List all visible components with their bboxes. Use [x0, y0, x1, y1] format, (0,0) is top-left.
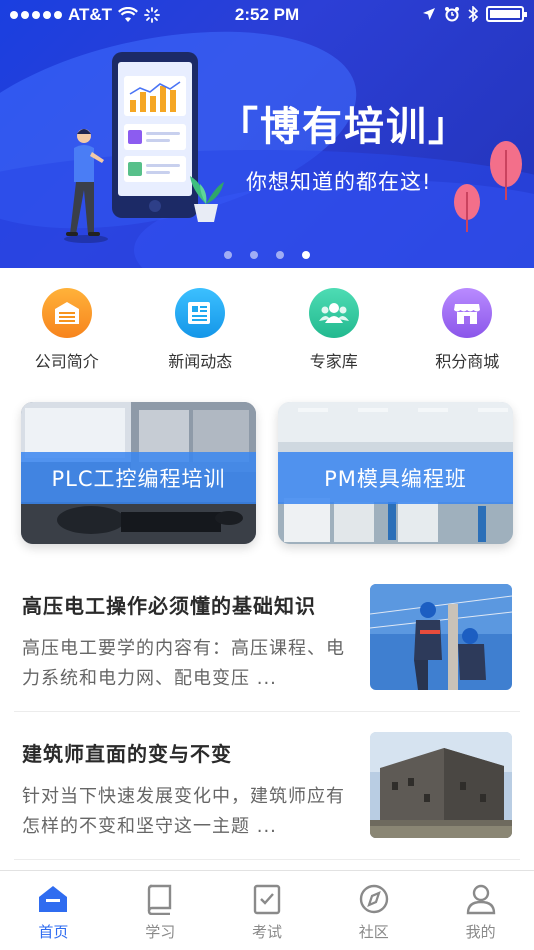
- banner-subtitle: 你想知道的都在这!: [246, 170, 432, 194]
- tab-label: 社区: [358, 923, 389, 941]
- profile-icon: [466, 884, 495, 915]
- quick-menu: 公司简介 新闻动态 专家库 积分商城: [0, 268, 534, 384]
- bottom-tab-bar: 首页 学习 考试 社区 我的: [0, 870, 534, 950]
- tab-label: 学习: [145, 923, 176, 941]
- article-item[interactable]: 建筑师直面的变与不变 针对当下快速发展变化中，建筑师应有怎样的不变和坚守这一主题…: [14, 716, 520, 860]
- tab-label: 我的: [465, 923, 496, 941]
- course-title: PM模具编程班: [324, 467, 467, 491]
- article-title: 建筑师直面的变与不变: [22, 742, 232, 766]
- course-card-pm[interactable]: PM模具编程班: [278, 402, 513, 544]
- course-title: PLC工控编程培训: [51, 467, 226, 491]
- course-card-plc[interactable]: PLC工控编程培训: [21, 402, 256, 544]
- bluetooth-icon: [468, 6, 478, 22]
- plant-illustration: [190, 176, 224, 222]
- quick-item-company[interactable]: 公司简介: [0, 268, 134, 384]
- exam-icon: [253, 884, 281, 915]
- quick-item-label: 专家库: [309, 352, 358, 371]
- tab-exam[interactable]: 考试: [214, 871, 321, 950]
- home-icon: [39, 886, 68, 912]
- tree-illustration: [454, 184, 480, 232]
- tab-label: 考试: [251, 923, 282, 941]
- experts-icon: [308, 288, 359, 338]
- quick-item-experts[interactable]: 专家库: [267, 268, 401, 384]
- quick-item-label: 积分商城: [435, 352, 500, 371]
- tab-home[interactable]: 首页: [0, 871, 107, 950]
- pager-dot-active[interactable]: [302, 251, 310, 259]
- tree-illustration: [490, 141, 522, 200]
- tab-profile[interactable]: 我的: [427, 871, 534, 950]
- location-arrow-icon: [423, 8, 435, 20]
- person-illustration: [64, 129, 108, 243]
- tab-study[interactable]: 学习: [107, 871, 214, 950]
- book-icon: [147, 884, 172, 915]
- quick-item-news[interactable]: 新闻动态: [134, 268, 268, 384]
- article-summary: 针对当下快速发展变化中，建筑师应有怎样的不变和坚守这一主题 ...: [22, 786, 345, 837]
- alarm-icon: [445, 7, 459, 22]
- quick-item-label: 公司简介: [34, 352, 99, 371]
- quick-item-label: 新闻动态: [168, 352, 233, 371]
- tab-community[interactable]: 社区: [320, 871, 427, 950]
- course-cards: PLC工控编程培训 PM模具编程班: [21, 402, 513, 544]
- compass-icon: [359, 884, 388, 914]
- course-label-bar: PM模具编程班: [278, 452, 513, 504]
- quick-item-store[interactable]: 积分商城: [401, 268, 534, 384]
- pager-dot[interactable]: [224, 251, 232, 259]
- status-bar: AT&T 2:52 PM: [0, 0, 534, 30]
- battery-icon: [486, 6, 527, 22]
- tab-label: 首页: [38, 923, 69, 941]
- company-icon: [41, 288, 92, 338]
- article-thumbnail-electricians: [370, 584, 512, 690]
- store-icon: [442, 288, 493, 338]
- article-summary: 高压电工要学的内容有：高压课程、电力系统和电力网、配电变压 ...: [22, 638, 345, 689]
- news-icon: [175, 288, 226, 338]
- carousel-pager: [0, 251, 534, 259]
- course-label-bar: PLC工控编程培训: [21, 452, 256, 504]
- article-item[interactable]: 高压电工操作必须懂的基础知识 高压电工要学的内容有：高压课程、电力系统和电力网、…: [14, 568, 520, 712]
- pager-dot[interactable]: [276, 251, 284, 259]
- pager-dot[interactable]: [250, 251, 258, 259]
- article-thumbnail-building: [370, 732, 512, 838]
- article-title: 高压电工操作必须懂的基础知识: [22, 594, 316, 618]
- banner-carousel[interactable]: AT&T 2:52 PM 「博有培训」 你想知道的都在这!: [0, 0, 534, 268]
- banner-title: 「博有培训」: [218, 104, 470, 150]
